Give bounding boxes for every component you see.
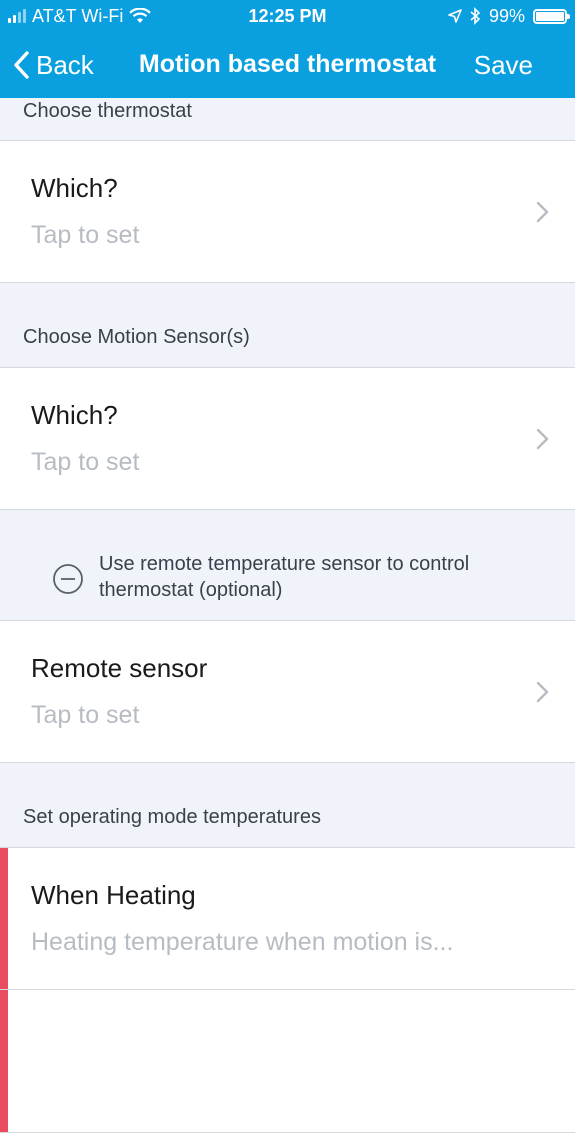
nav-bar: Back Motion based thermostat Save <box>0 32 575 98</box>
chevron-right-icon <box>536 201 549 223</box>
heating-temperature-row[interactable]: When Heating Heating temperature when mo… <box>0 847 575 990</box>
section-header-label: Set operating mode temperatures <box>23 806 321 828</box>
section-header-motion: Choose Motion Sensor(s) <box>0 283 575 367</box>
location-arrow-icon <box>448 9 462 23</box>
battery-icon <box>533 8 570 24</box>
status-left: AT&T Wi-Fi <box>8 0 152 32</box>
row-value: Tap to set <box>31 448 140 476</box>
chevron-left-icon <box>14 51 29 79</box>
remote-sensor-toggle-label: Use remote temperature sensor to control… <box>99 553 470 601</box>
row-value: Tap to set <box>31 221 140 249</box>
section-header-thermostat: Choose thermostat <box>0 98 575 140</box>
row-title: Remote sensor <box>31 653 208 683</box>
motion-sensor-picker-row[interactable]: Which? Tap to set <box>0 367 575 510</box>
battery-percent: 99% <box>488 6 525 26</box>
next-temperature-row[interactable] <box>0 990 575 1133</box>
carrier-label: AT&T Wi-Fi <box>32 6 124 26</box>
section-header-label: Choose Motion Sensor(s) <box>23 326 250 348</box>
remote-sensor-picker-row[interactable]: Remote sensor Tap to set <box>0 620 575 763</box>
row-title: Which? <box>31 400 118 430</box>
minus-circle-icon[interactable] <box>52 563 84 595</box>
row-value: Tap to set <box>31 701 140 729</box>
section-header-label: Choose thermostat <box>23 100 192 122</box>
section-header-modes: Set operating mode temperatures <box>0 763 575 847</box>
row-value: Heating temperature when motion is... <box>31 928 454 956</box>
signal-icon <box>8 9 26 23</box>
battery-fill <box>536 11 564 21</box>
row-title: When Heating <box>31 880 196 910</box>
save-button[interactable]: Save <box>474 44 533 86</box>
bluetooth-icon <box>470 7 481 25</box>
remote-sensor-toggle-area: Use remote temperature sensor to control… <box>0 510 575 620</box>
back-label: Back <box>36 49 94 80</box>
top-bar: AT&T Wi-Fi 12:25 PM 99% Back Motion base… <box>0 0 575 98</box>
status-bar: AT&T Wi-Fi 12:25 PM 99% <box>0 0 575 32</box>
wifi-icon <box>129 8 152 23</box>
status-right: 99% <box>448 0 570 32</box>
chevron-right-icon <box>536 428 549 450</box>
thermostat-picker-row[interactable]: Which? Tap to set <box>0 140 575 283</box>
settings-list: Choose thermostat Which? Tap to set Choo… <box>0 98 575 1133</box>
chevron-right-icon <box>536 681 549 703</box>
back-button[interactable]: Back <box>12 44 94 86</box>
row-title: Which? <box>31 173 118 203</box>
